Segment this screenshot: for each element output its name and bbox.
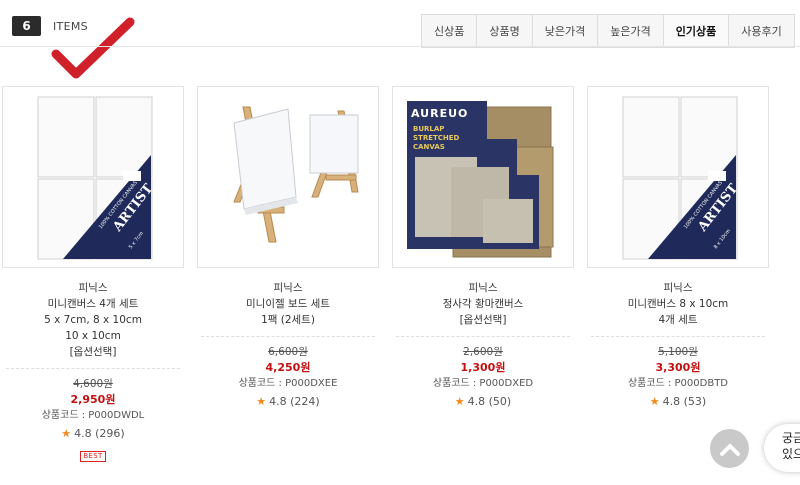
product-rating: ★ 4.8 (224)	[197, 393, 379, 411]
product-brand: 피닉스	[78, 282, 108, 294]
chat-text-line: 있으	[782, 447, 800, 461]
rating-value: 4.8 (53)	[662, 395, 707, 408]
product-name[interactable]: 피닉스 미니캔버스 8 x 10cm 4개 세트	[587, 280, 769, 328]
sale-price: 4,250원	[265, 361, 311, 374]
sort-tab-new[interactable]: 신상품	[422, 15, 477, 47]
original-price: 5,100원	[658, 346, 698, 358]
burlap-brand-text: AUREUO	[411, 107, 468, 120]
rating-value: 4.8 (50)	[467, 395, 512, 408]
product-brand: 피닉스	[663, 282, 693, 294]
product-title: 미니캔버스 4개 세트	[47, 298, 139, 310]
sort-tabs: 신상품 상품명 낮은가격 높은가격 인기상품 사용후기	[421, 14, 795, 48]
item-count-badge: 6	[12, 16, 41, 36]
star-icon: ★	[454, 395, 465, 408]
burlap-text-1: BURLAP	[413, 125, 444, 133]
burlap-text-3: CANVAS	[413, 143, 445, 151]
sort-tab-low-price[interactable]: 낮은가격	[531, 15, 598, 47]
divider	[591, 336, 765, 338]
star-icon: ★	[61, 427, 72, 440]
product-option: [옵션선택]	[459, 314, 507, 326]
product-rating: ★ 4.8 (50)	[392, 393, 574, 411]
product-image-mini-easel-set[interactable]	[197, 86, 379, 268]
best-badge: BEST	[80, 451, 106, 462]
sort-tab-popular[interactable]: 인기상품	[662, 15, 729, 47]
scroll-to-top-button[interactable]	[710, 429, 749, 468]
divider	[201, 336, 375, 338]
divider	[6, 368, 180, 370]
sale-price: 1,300원	[460, 361, 506, 374]
product-code: 상품코드 : P000DWDL	[41, 410, 145, 421]
product-title-line: 5 x 7cm, 8 x 10cm	[44, 314, 142, 326]
star-icon: ★	[256, 395, 267, 408]
product-code: 상품코드 : P000DXED	[432, 378, 534, 389]
chevron-up-icon	[719, 443, 740, 456]
sort-tab-name[interactable]: 상품명	[476, 15, 532, 47]
original-price: 2,600원	[463, 346, 503, 358]
product-title: 미니이젤 보드 세트	[246, 298, 330, 310]
product-code: 상품코드 : P000DBTD	[627, 378, 728, 389]
product-brand: 피닉스	[468, 282, 498, 294]
product-title-line: 1팩 (2세트)	[261, 314, 315, 326]
burlap-text-2: STRETCHED	[413, 134, 460, 142]
product-title: 미니캔버스 8 x 10cm	[627, 298, 729, 310]
sort-tab-high-price[interactable]: 높은가격	[597, 15, 663, 47]
chat-text-line: 궁금	[782, 431, 800, 445]
sort-tab-reviews[interactable]: 사용후기	[728, 15, 794, 47]
product-card: ARTIST 100% COTTON CANVAS 8 x 10cm 피닉스 미…	[587, 86, 769, 411]
chat-help-button[interactable]: 궁금 있으	[764, 424, 800, 472]
product-image-mini-canvas-8x10[interactable]: ARTIST 100% COTTON CANVAS 8 x 10cm	[587, 86, 769, 268]
sale-price: 2,950원	[70, 393, 116, 406]
original-price: 6,600원	[268, 346, 308, 358]
product-name[interactable]: 피닉스 미니이젤 보드 세트 1팩 (2세트)	[197, 280, 379, 328]
divider	[396, 336, 570, 338]
product-name[interactable]: 피닉스 정사각 황마캔버스 [옵션선택]	[392, 280, 574, 328]
rating-value: 4.8 (296)	[74, 427, 125, 440]
product-title-line: 4개 세트	[658, 314, 698, 326]
original-price: 4,600원	[73, 378, 113, 390]
product-option: [옵션선택]	[69, 346, 117, 358]
product-card: AUREUO BURLAP STRETCHED CANVAS 피닉스 정사각 황…	[392, 86, 574, 411]
product-brand: 피닉스	[273, 282, 303, 294]
product-title-line: 10 x 10cm	[65, 330, 121, 342]
product-image-burlap-canvas[interactable]: AUREUO BURLAP STRETCHED CANVAS	[392, 86, 574, 268]
checkmark-icon	[51, 17, 135, 79]
product-rating: ★ 4.8 (296)	[2, 425, 184, 443]
product-rating: ★ 4.8 (53)	[587, 393, 769, 411]
product-card: 피닉스 미니이젤 보드 세트 1팩 (2세트) 6,600원 4,250원 상품…	[197, 86, 379, 411]
header-divider	[0, 46, 800, 47]
product-code: 상품코드 : P000DXEE	[238, 378, 338, 389]
rating-value: 4.8 (224)	[269, 395, 320, 408]
sale-price: 3,300원	[655, 361, 701, 374]
product-name[interactable]: 피닉스 미니캔버스 4개 세트 5 x 7cm, 8 x 10cm 10 x 1…	[2, 280, 184, 360]
product-card: ARTIST 100% COTTON CANVAS 5 x 7cm 피닉스 미니…	[2, 86, 184, 462]
product-title: 정사각 황마캔버스	[442, 298, 524, 310]
star-icon: ★	[649, 395, 660, 408]
product-image-mini-canvas-set[interactable]: ARTIST 100% COTTON CANVAS 5 x 7cm	[2, 86, 184, 268]
